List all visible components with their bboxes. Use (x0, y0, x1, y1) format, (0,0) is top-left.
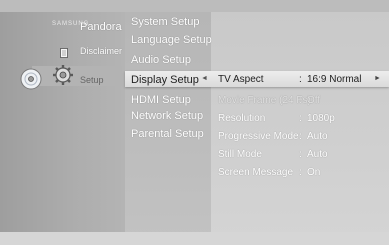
setting-label-still-mode[interactable]: Still Mode (218, 148, 262, 162)
settings-panel (211, 12, 389, 242)
setting-separator: : (299, 113, 302, 124)
arrow-left-icon: ◄ (201, 75, 208, 82)
nav-item-pandora[interactable]: Pandora (80, 20, 122, 34)
setting-value-movie-frame[interactable]: Off (307, 94, 320, 108)
nav-item-disclaimer[interactable]: Disclaimer (80, 44, 122, 58)
disc-icon (20, 68, 42, 95)
nav-item-setup[interactable]: Setup (80, 73, 104, 87)
setting-separator: : (299, 95, 302, 106)
setting-label-screen-message[interactable]: Screen Message (218, 166, 293, 180)
bottom-strip (0, 232, 389, 245)
menu-item-system-setup[interactable]: System Setup (131, 15, 199, 29)
setting-label-resolution[interactable]: Resolution (218, 112, 265, 126)
setting-separator: : (299, 167, 302, 178)
setup-highlight (32, 66, 122, 86)
setting-value-tv-aspect[interactable]: 16:9 Normal (307, 73, 361, 87)
setting-value-progressive-mode[interactable]: Auto (307, 130, 328, 144)
menu-item-display-setup[interactable]: Display Setup (131, 73, 199, 87)
menu-item-audio-setup[interactable]: Audio Setup (131, 53, 191, 67)
setting-value-resolution[interactable]: 1080p (307, 112, 335, 126)
gear-icon (52, 64, 74, 91)
setting-separator: : (299, 131, 302, 142)
arrow-right-icon: ► (374, 75, 381, 82)
setting-label-movie-frame[interactable]: Movie Frame (24 Fs) (218, 94, 311, 108)
menu-item-parental-setup[interactable]: Parental Setup (131, 127, 204, 141)
top-strip (0, 0, 389, 12)
setting-separator: : (299, 149, 302, 160)
setting-value-still-mode[interactable]: Auto (307, 148, 328, 162)
menu-item-language-setup[interactable]: Language Setup (131, 33, 212, 47)
setting-label-tv-aspect[interactable]: TV Aspect (218, 73, 264, 87)
menu-item-network-setup[interactable]: Network Setup (131, 109, 203, 123)
menu-item-hdmi-setup[interactable]: HDMI Setup (131, 93, 191, 107)
setting-value-screen-message[interactable]: On (307, 166, 320, 180)
document-icon (60, 45, 68, 63)
setting-separator: : (299, 74, 302, 85)
setting-label-progressive-mode[interactable]: Progressive Mode (218, 130, 299, 144)
